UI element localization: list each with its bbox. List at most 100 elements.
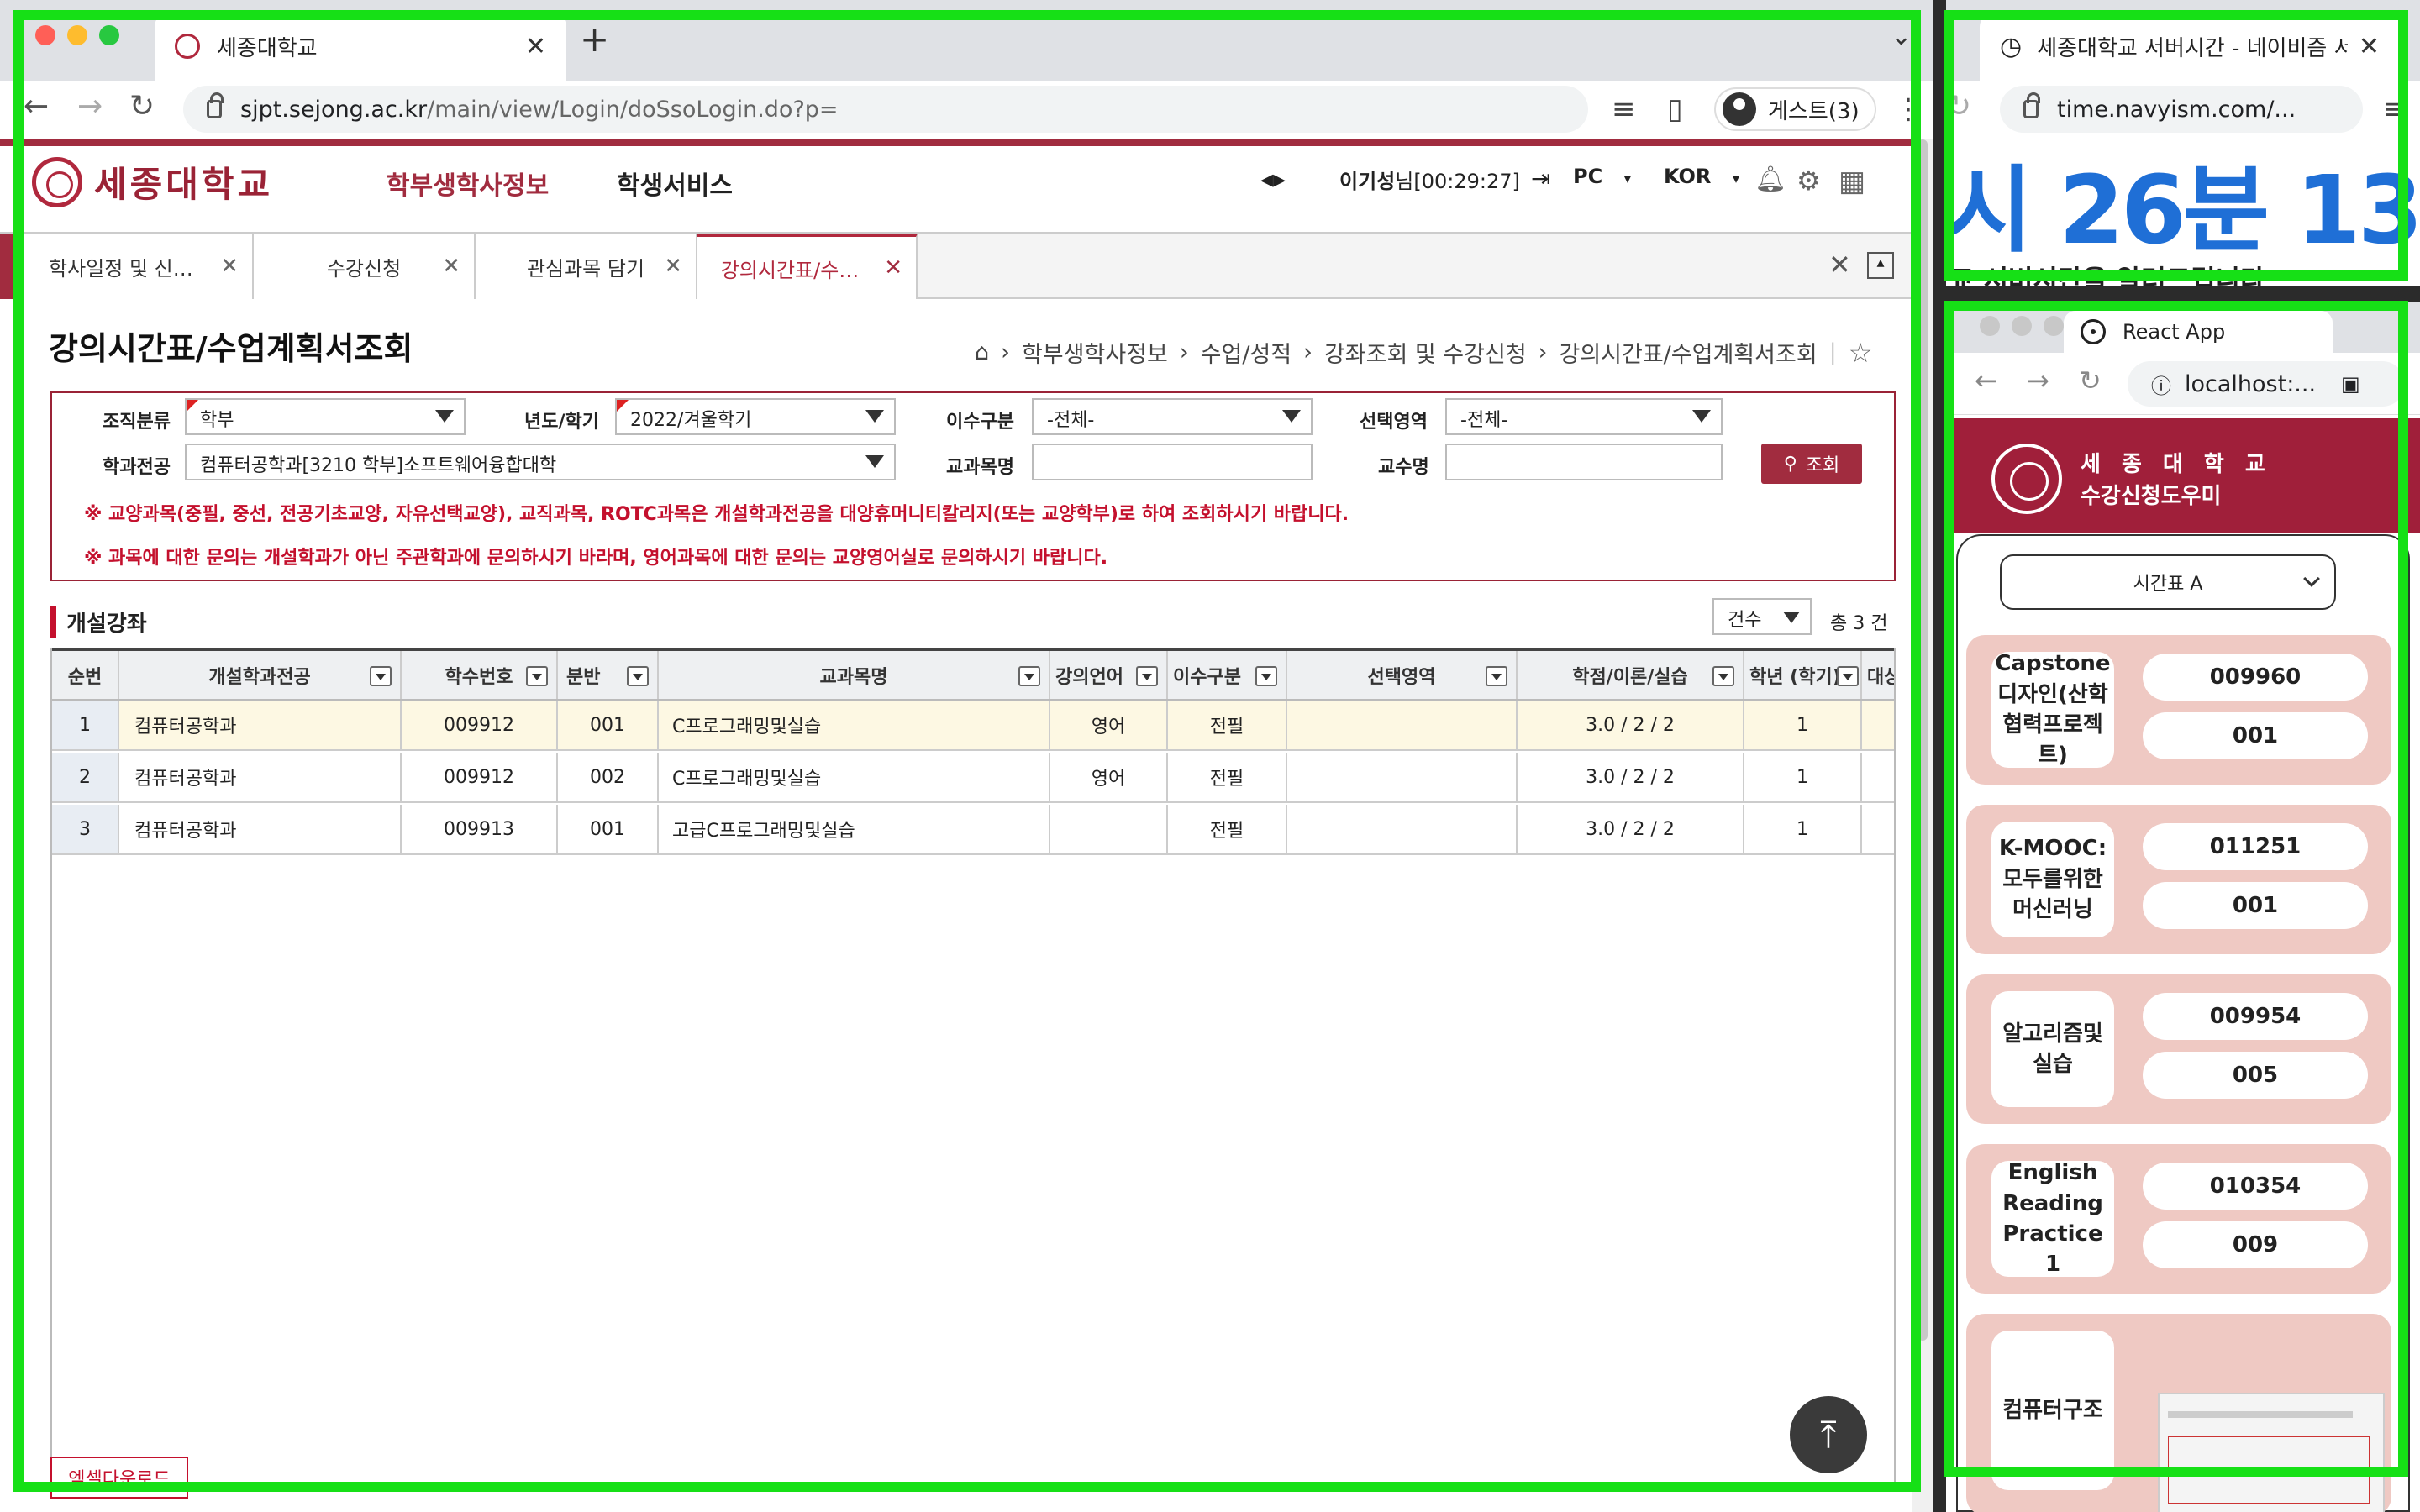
app-grid-icon[interactable]: ▦	[1839, 165, 1865, 198]
filter-icon[interactable]	[1136, 666, 1158, 686]
url-field[interactable]: time.navyism.com/...	[2000, 86, 2363, 133]
course-code[interactable]: 009954	[2143, 993, 2368, 1040]
reload-icon[interactable]: ↻	[1946, 89, 1971, 123]
filter-icon[interactable]	[370, 666, 392, 686]
table-row[interactable]: 2 컴퓨터공학과 009912 002 C프로그래밍및실습 영어 전필 3.0 …	[52, 753, 1894, 803]
course-section[interactable]: 009	[2143, 1221, 2368, 1268]
minimize-window-button[interactable]	[2012, 316, 2032, 336]
course-code[interactable]: 010354	[2143, 1163, 2368, 1210]
url-field[interactable]: sjpt.sejong.ac.kr/main/view/Login/doSsoL…	[183, 86, 1588, 133]
course-code[interactable]: 011251	[2143, 823, 2368, 870]
course-section[interactable]: 005	[2143, 1052, 2368, 1099]
filter-icon[interactable]	[1712, 666, 1734, 686]
area-select[interactable]: -전체-	[1445, 398, 1723, 435]
course-name-input[interactable]	[1032, 444, 1313, 480]
page-scrollbar[interactable]	[1912, 139, 1933, 1512]
close-icon[interactable]: ✕	[220, 254, 239, 279]
reload-icon[interactable]: ↻	[129, 89, 155, 123]
language-select[interactable]: KOR ▾	[1664, 165, 1739, 188]
breadcrumb-item[interactable]: 학부생학사정보	[1022, 336, 1168, 369]
filter-icon[interactable]	[627, 666, 649, 686]
filter-icon[interactable]	[1018, 666, 1040, 686]
forward-icon[interactable]: →	[2027, 365, 2049, 396]
col-header[interactable]: 개설학과전공	[119, 651, 402, 699]
zoom-window-button[interactable]	[2044, 316, 2064, 336]
tab-scroll-left[interactable]	[0, 234, 15, 299]
count-select[interactable]: 건수	[1712, 598, 1812, 635]
dept-select[interactable]: 컴퓨터공학과[3210 학부]소프트웨어융합대학	[185, 444, 896, 480]
col-header[interactable]: 교과목명	[659, 651, 1050, 699]
col-header[interactable]: 강의언어	[1050, 651, 1168, 699]
course-section[interactable]: 001	[2143, 712, 2368, 759]
course-section[interactable]: 001	[2143, 882, 2368, 929]
profile-button[interactable]: 게스트(3)	[1714, 87, 1876, 131]
sidepanel-icon[interactable]: ▯	[1667, 92, 1683, 126]
timetable-select[interactable]: 시간표 A	[2000, 554, 2336, 610]
scrollbar-thumb[interactable]	[1918, 139, 1928, 1341]
close-icon[interactable]: ✕	[884, 255, 902, 281]
tab-search-chevron-icon[interactable]: ⌄	[1891, 22, 1912, 51]
back-icon[interactable]: ←	[1975, 365, 1997, 396]
back-icon[interactable]: ←	[24, 89, 49, 123]
new-tab-icon[interactable]: +	[580, 18, 609, 60]
tab-course-registration[interactable]: 수강신청 ✕	[254, 234, 476, 299]
col-header[interactable]: 학수번호	[402, 651, 558, 699]
menu-scroll-arrows-icon[interactable]: ◂▸	[1260, 165, 1286, 194]
screenshot-thumbnail[interactable]	[2158, 1393, 2385, 1512]
org-select[interactable]: 학부	[185, 398, 466, 435]
scroll-to-top-button[interactable]: ⤒	[1790, 1396, 1867, 1473]
browser-tab-sejong[interactable]: 세종대학교 ✕	[155, 12, 566, 81]
logout-icon[interactable]: ⇥	[1531, 165, 1550, 192]
zoom-window-button[interactable]	[99, 25, 119, 45]
col-header[interactable]: 선택영역	[1287, 651, 1518, 699]
device-select[interactable]: PC ▾	[1573, 165, 1631, 188]
breadcrumb-item[interactable]: 강좌조회 및 수강신청	[1324, 336, 1527, 369]
cell-course[interactable]: 고급C프로그래밍및실습	[659, 805, 1050, 853]
close-tab-icon[interactable]: ✕	[2359, 32, 2380, 61]
excel-download-button[interactable]: 엑셀다운로드	[50, 1457, 188, 1499]
professor-input[interactable]	[1445, 444, 1723, 480]
close-window-button[interactable]	[1980, 316, 2000, 336]
reload-icon[interactable]: ↻	[2079, 365, 2102, 396]
tab-interest-courses[interactable]: 관심과목 담기 ✕	[476, 234, 697, 299]
favorite-star-icon[interactable]: ☆	[1849, 337, 1873, 369]
gear-icon[interactable]: ⚙	[1797, 165, 1821, 197]
filter-icon[interactable]	[1837, 666, 1859, 686]
collapse-icon[interactable]: ▴	[1867, 252, 1894, 279]
media-icon[interactable]: ≡	[2383, 92, 2407, 126]
filter-icon[interactable]	[526, 666, 548, 686]
search-button[interactable]: ⚲ 조회	[1761, 444, 1862, 484]
minimize-window-button[interactable]	[67, 25, 87, 45]
media-icon[interactable]: ≡	[1612, 92, 1636, 126]
breadcrumb-item[interactable]: 수업/성적	[1201, 336, 1292, 369]
tab-timetable[interactable]: 강의시간표/수… ✕	[697, 234, 918, 299]
close-tab-icon[interactable]: ✕	[525, 32, 546, 61]
col-header[interactable]: 분반	[558, 651, 659, 699]
col-header[interactable]: 학년 (학기)	[1744, 651, 1862, 699]
close-icon[interactable]: ✕	[664, 254, 682, 279]
type-select[interactable]: -전체-	[1032, 398, 1313, 435]
col-header[interactable]: 학점/이론/실습	[1518, 651, 1744, 699]
url-field[interactable]: ⓘ localhost:... ▣	[2128, 361, 2405, 407]
table-row[interactable]: 1 컴퓨터공학과 009912 001 C프로그래밍및실습 영어 전필 3.0 …	[52, 701, 1894, 751]
cell-course[interactable]: C프로그래밍및실습	[659, 701, 1050, 749]
browser-tab-servertime[interactable]: ◷ 세종대학교 서버시간 - 네이비즘 서버 ✕	[1980, 12, 2400, 81]
col-header[interactable]: 이수구분	[1168, 651, 1287, 699]
menu-kebab-icon[interactable]: ⋮	[1894, 92, 1923, 126]
browser-tab-react[interactable]: React App	[2064, 311, 2333, 353]
home-icon[interactable]: ⌂	[975, 339, 989, 365]
sejong-logo[interactable]: 세종대학교	[32, 156, 273, 207]
forward-icon[interactable]: →	[77, 89, 103, 123]
bell-icon[interactable]: 🔔︎	[1754, 165, 1786, 194]
cell-course[interactable]: C프로그래밍및실습	[659, 753, 1050, 801]
translate-icon[interactable]: ▣	[2341, 372, 2360, 396]
year-select[interactable]: 2022/겨울학기	[615, 398, 896, 435]
close-all-tabs-icon[interactable]: ✕	[1828, 249, 1851, 281]
tab-academic-calendar[interactable]: 학사일정 및 신… ✕	[15, 234, 254, 299]
menu-undergrad-info[interactable]: 학부생학사정보	[387, 165, 549, 202]
table-row[interactable]: 3 컴퓨터공학과 009913 001 고급C프로그래밍및실습 전필 3.0 /…	[52, 805, 1894, 855]
filter-icon[interactable]	[1255, 666, 1277, 686]
close-window-button[interactable]	[35, 25, 55, 45]
course-code[interactable]: 009960	[2143, 654, 2368, 701]
menu-student-service[interactable]: 학생서비스	[617, 165, 733, 202]
